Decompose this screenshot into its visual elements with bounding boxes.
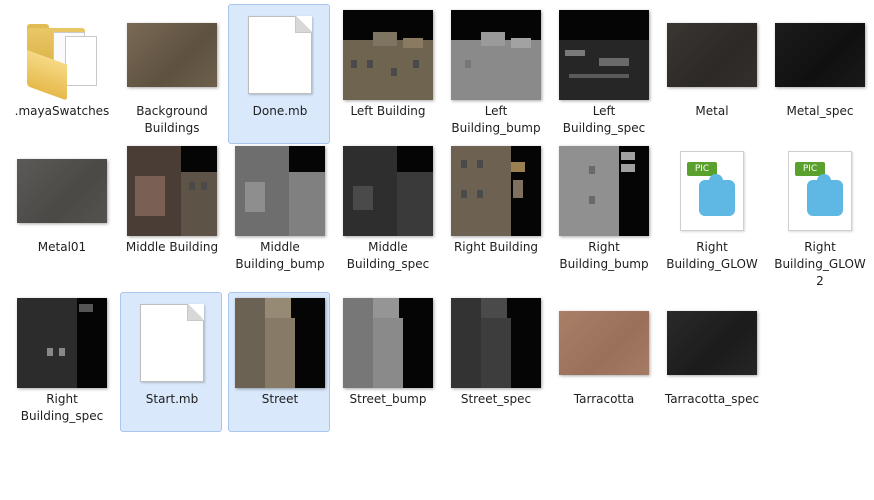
document-icon xyxy=(248,16,312,94)
file-label: Street xyxy=(261,392,299,406)
texture-thumbnail xyxy=(343,146,433,236)
file-item-middle-building[interactable]: Middle Building xyxy=(120,140,222,280)
file-label: Left Building_spec xyxy=(562,104,646,135)
texture-thumbnail xyxy=(127,23,217,87)
file-label: Right Building_GLOW xyxy=(666,240,758,271)
file-label: Street_spec xyxy=(460,392,532,406)
file-label: Tarracotta xyxy=(573,392,635,406)
file-label: Left Building xyxy=(350,104,426,118)
pic-file-icon: PIC xyxy=(788,151,852,231)
texture-thumbnail xyxy=(343,298,433,388)
file-item-done-mb[interactable]: Done.mb xyxy=(228,4,330,144)
file-label: .mayaSwatches xyxy=(14,104,110,118)
file-label: Middle Building xyxy=(125,240,219,254)
file-item-middle-building-spec[interactable]: Middle Building_spec xyxy=(336,140,438,280)
document-icon xyxy=(140,304,204,382)
file-label: Start.mb xyxy=(145,392,199,406)
texture-thumbnail xyxy=(559,146,649,236)
texture-thumbnail xyxy=(235,298,325,388)
file-label: Right Building_spec xyxy=(20,392,104,423)
file-label: Right Building_bump xyxy=(559,240,649,271)
file-item-left-building[interactable]: Left Building xyxy=(336,4,438,144)
file-item-street-spec[interactable]: Street_spec xyxy=(444,292,546,432)
file-label: Tarracotta_spec xyxy=(664,392,760,406)
texture-thumbnail xyxy=(559,10,649,100)
file-item-metal[interactable]: Metal xyxy=(660,4,762,144)
file-label: Metal_spec xyxy=(786,104,854,118)
texture-thumbnail xyxy=(559,311,649,375)
file-label: Right Building_GLOW 2 xyxy=(774,240,866,288)
texture-thumbnail xyxy=(343,10,433,100)
file-label: Metal01 xyxy=(37,240,87,254)
texture-thumbnail xyxy=(775,23,865,87)
file-label: Middle Building_spec xyxy=(346,240,430,271)
file-item-middle-building-bump[interactable]: Middle Building_bump xyxy=(228,140,330,280)
file-item-right-building-bump[interactable]: Right Building_bump xyxy=(552,140,654,280)
folder-icon xyxy=(27,24,97,101)
file-item-right-building-glow[interactable]: PIC Right Building_GLOW xyxy=(660,140,762,280)
file-label: Done.mb xyxy=(252,104,308,118)
file-item-left-building-bump[interactable]: Left Building_bump xyxy=(444,4,546,144)
file-item-street[interactable]: Street xyxy=(228,292,330,432)
file-item-tarracotta[interactable]: Tarracotta xyxy=(552,292,654,432)
texture-thumbnail xyxy=(451,146,541,236)
texture-thumbnail xyxy=(235,146,325,236)
file-grid: .mayaSwatches Background Buildings Done.… xyxy=(0,0,874,500)
file-item-background-buildings[interactable]: Background Buildings xyxy=(120,4,222,144)
texture-thumbnail xyxy=(667,311,757,375)
file-item-tarracotta-spec[interactable]: Tarracotta_spec xyxy=(660,292,762,432)
file-label: Metal xyxy=(695,104,729,118)
file-item-street-bump[interactable]: Street_bump xyxy=(336,292,438,432)
texture-thumbnail xyxy=(127,146,217,236)
texture-thumbnail xyxy=(451,10,541,100)
file-label: Left Building_bump xyxy=(451,104,541,135)
texture-thumbnail xyxy=(17,159,107,223)
file-item-start-mb[interactable]: Start.mb xyxy=(120,292,222,432)
texture-thumbnail xyxy=(451,298,541,388)
file-label: Background Buildings xyxy=(136,104,208,135)
file-item-left-building-spec[interactable]: Left Building_spec xyxy=(552,4,654,144)
file-label: Middle Building_bump xyxy=(235,240,325,271)
file-item-right-building-spec[interactable]: Right Building_spec xyxy=(10,292,112,432)
file-label: Right Building xyxy=(453,240,539,254)
file-item-metal-spec[interactable]: Metal_spec xyxy=(768,4,870,144)
texture-thumbnail xyxy=(667,23,757,87)
file-label: Street_bump xyxy=(349,392,427,406)
pic-file-icon: PIC xyxy=(680,151,744,231)
file-item-mayaswatches[interactable]: .mayaSwatches xyxy=(10,4,112,144)
texture-thumbnail xyxy=(17,298,107,388)
file-item-metal01[interactable]: Metal01 xyxy=(10,140,112,280)
file-item-right-building[interactable]: Right Building xyxy=(444,140,546,280)
file-item-right-building-glow-2[interactable]: PIC Right Building_GLOW 2 xyxy=(768,140,870,288)
